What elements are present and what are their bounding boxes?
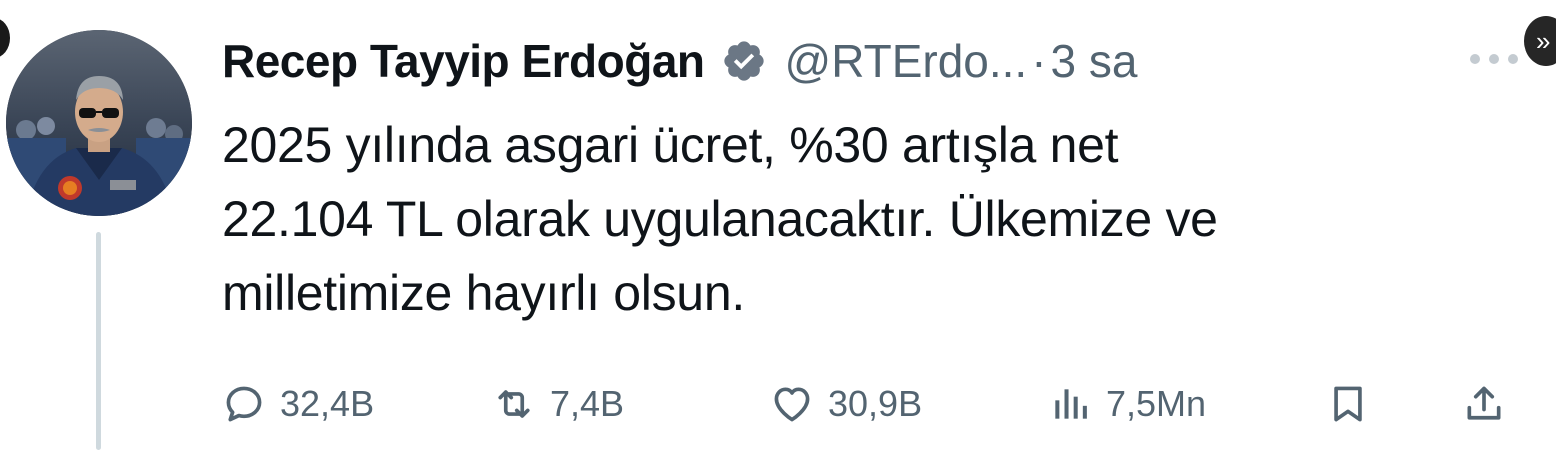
views-icon [1055,389,1087,419]
thread-line [96,232,101,450]
tweet-card[interactable]: » Recep Tayyip Erdoğan @RTErdo... · 3 sa… [0,0,1556,450]
tweet-text-line: 22.104 TL olarak uygulanacaktır. Ülkemiz… [222,191,1218,247]
bookmark-icon [1334,386,1362,422]
next-arrow-icon[interactable]: » [1524,16,1556,66]
tweet-text-line: milletimize hayırlı olsun. [222,265,745,321]
reply-count: 32,4B [280,383,375,424]
separator: · [1031,35,1047,87]
handle[interactable]: @RTErdo... [785,34,1028,88]
reply-icon [226,386,262,422]
bookmark-button[interactable] [1326,372,1370,436]
display-name[interactable]: Recep Tayyip Erdoğan [222,34,705,88]
like-count: 30,9B [828,383,923,424]
share-button[interactable] [1462,372,1506,436]
retweet-icon [498,390,530,418]
more-horizontal-icon[interactable] [1468,52,1520,66]
like-button[interactable]: 30,9B [770,372,922,436]
share-icon [1467,386,1501,420]
views-button[interactable]: 7,5Mn [1048,372,1206,436]
retweet-button[interactable]: 7,4B [492,372,624,436]
heart-icon [774,387,810,422]
avatar-photo [6,30,192,216]
reply-button[interactable]: 32,4B [222,372,374,436]
views-count: 7,5Mn [1106,383,1207,424]
retweet-count: 7,4B [550,383,625,424]
tweet-header: Recep Tayyip Erdoğan @RTErdo... · 3 sa [222,26,1138,96]
verified-badge-icon[interactable] [721,38,767,84]
action-bar: 32,4B 7,4B 30,9B 7,5Mn [222,372,1532,436]
timestamp[interactable]: 3 sa [1051,34,1138,88]
prev-arrow-icon[interactable] [0,18,10,58]
tweet-text-line: 2025 yılında asgari ücret, %30 artışla n… [222,117,1119,173]
tweet-text: 2025 yılında asgari ücret, %30 artışla n… [222,108,1522,330]
avatar[interactable] [6,30,192,216]
